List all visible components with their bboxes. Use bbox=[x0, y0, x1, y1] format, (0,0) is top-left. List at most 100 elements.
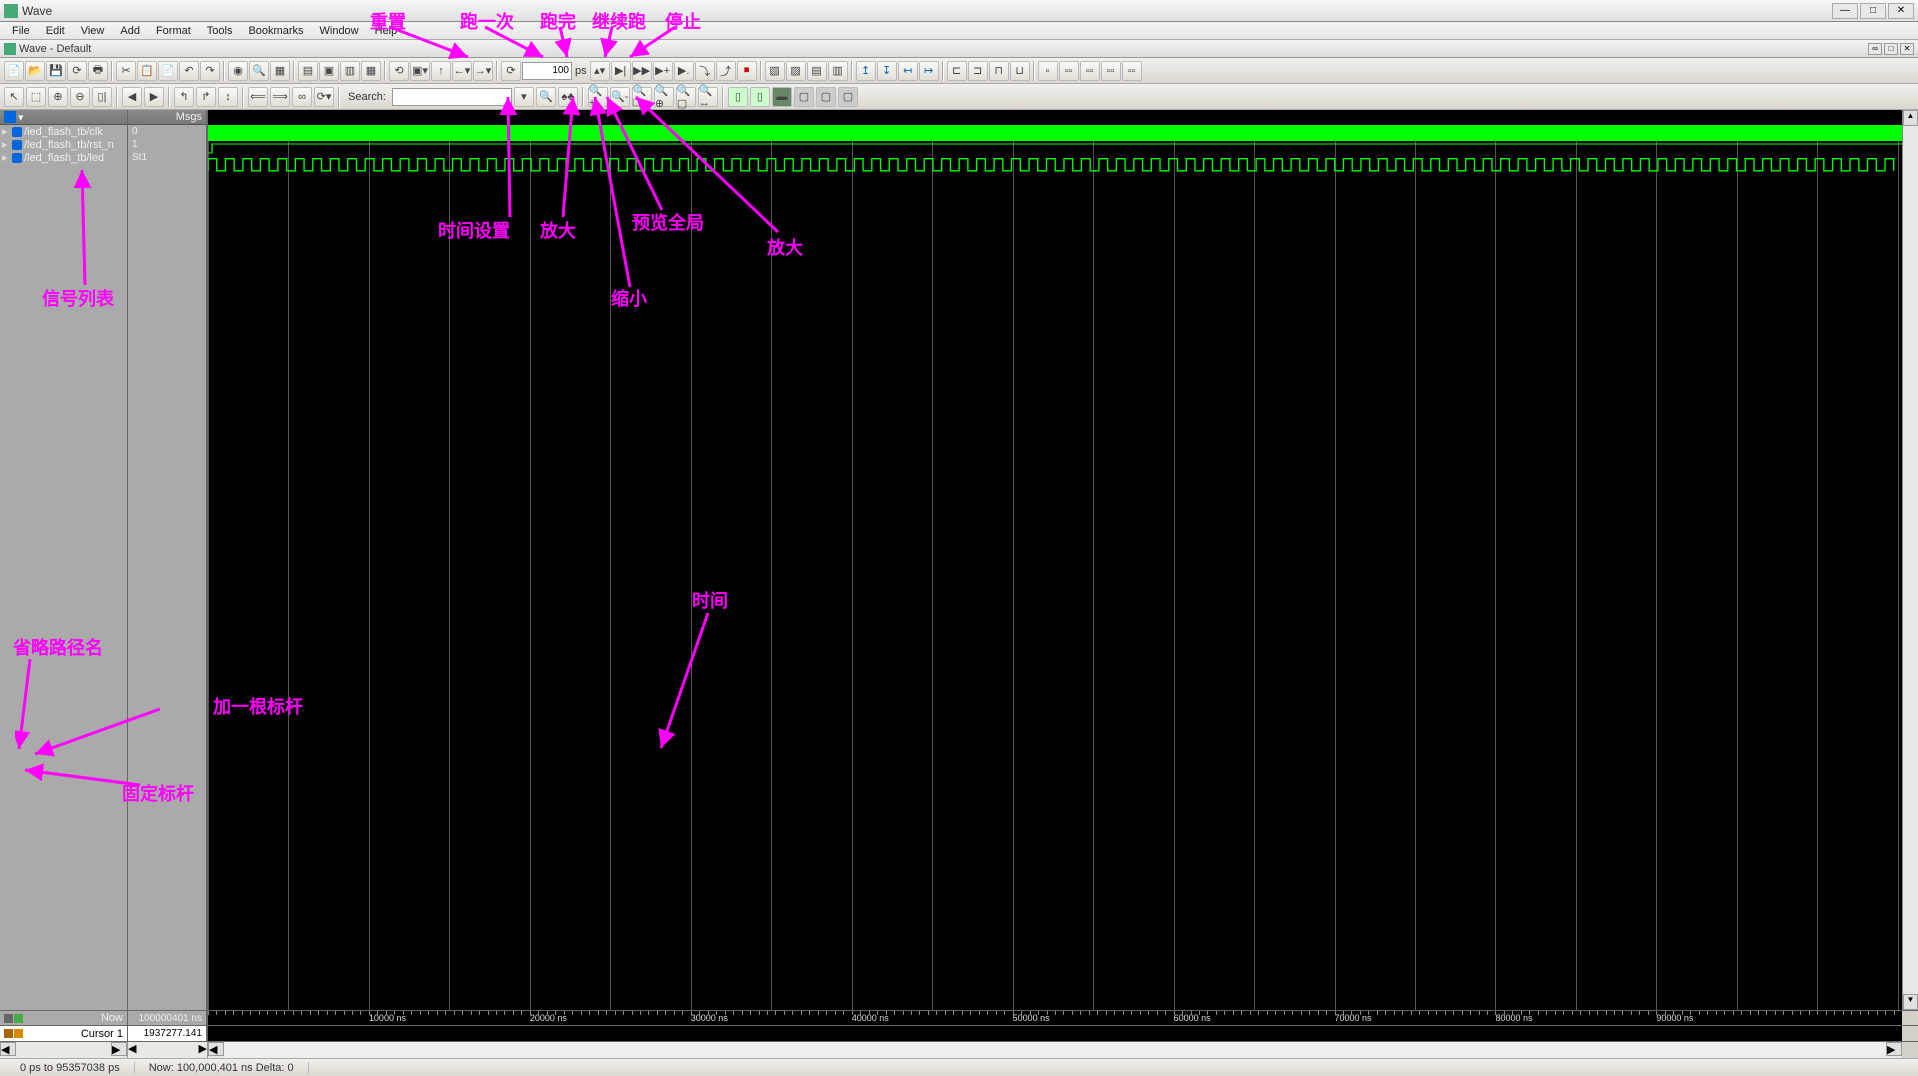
cursor-timeline[interactable] bbox=[208, 1026, 1902, 1041]
win1-button[interactable]: ▫ bbox=[1038, 61, 1058, 81]
mid-scroll-left-button[interactable]: ◀ bbox=[128, 1042, 136, 1058]
restart-button[interactable]: ⟲ bbox=[389, 61, 409, 81]
back-button[interactable]: ←▾ bbox=[452, 61, 472, 81]
zoom-area-button[interactable]: 🔍▢ bbox=[676, 87, 696, 107]
prev-button[interactable]: ◀ bbox=[122, 87, 142, 107]
menu-window[interactable]: Window bbox=[312, 23, 367, 39]
menu-edit[interactable]: Edit bbox=[38, 23, 73, 39]
hscroll-right-button[interactable]: ▶ bbox=[1886, 1042, 1902, 1056]
undo-button[interactable]: ↶ bbox=[179, 61, 199, 81]
menu-add[interactable]: Add bbox=[112, 23, 148, 39]
maximize-button[interactable]: □ bbox=[1860, 3, 1886, 19]
sub-close-button[interactable]: ✕ bbox=[1900, 43, 1914, 55]
print-button[interactable]: 🖶 bbox=[88, 61, 108, 81]
zoom-in-button[interactable]: 🔍+ bbox=[588, 87, 608, 107]
any-edge-button[interactable]: ↕ bbox=[218, 87, 238, 107]
signal-row-rst-n[interactable]: ▸ /led_flash_tb/rst_n bbox=[0, 138, 127, 151]
search-input[interactable] bbox=[392, 88, 512, 106]
sub-maximize-button[interactable]: □ bbox=[1884, 43, 1898, 55]
menu-tools[interactable]: Tools bbox=[199, 23, 241, 39]
env-button[interactable]: ▣▾ bbox=[410, 61, 430, 81]
horizontal-scrollbar[interactable]: ◀ ▶ bbox=[208, 1042, 1902, 1058]
reset-button[interactable]: ⟳ bbox=[501, 61, 521, 81]
win5-button[interactable]: ▫▫ bbox=[1122, 61, 1142, 81]
wave2-button[interactable]: ▨ bbox=[786, 61, 806, 81]
edge-next-button[interactable]: ↱ bbox=[196, 87, 216, 107]
hscroll-left-button[interactable]: ◀ bbox=[208, 1042, 224, 1056]
step-out-button[interactable]: ⤴ bbox=[716, 61, 736, 81]
wave-area[interactable] bbox=[208, 125, 1902, 1010]
find-button[interactable]: 🔍 bbox=[249, 61, 269, 81]
cut-button[interactable]: ✂ bbox=[116, 61, 136, 81]
search-dropdown-button[interactable]: ▾ bbox=[514, 87, 534, 107]
menu-view[interactable]: View bbox=[73, 23, 113, 39]
open-button[interactable]: 📂 bbox=[25, 61, 45, 81]
menu-help[interactable]: Help bbox=[367, 23, 406, 39]
up-button[interactable]: ↑ bbox=[431, 61, 451, 81]
new-button[interactable]: 📄 bbox=[4, 61, 24, 81]
search-go-button[interactable]: 🔍 bbox=[536, 87, 556, 107]
find2-button[interactable]: ▦ bbox=[270, 61, 290, 81]
edge1-button[interactable]: ⊏ bbox=[947, 61, 967, 81]
edge-prev-button[interactable]: ↰ bbox=[174, 87, 194, 107]
menu-format[interactable]: Format bbox=[148, 23, 199, 39]
remove-signal-button[interactable]: ⊖ bbox=[70, 87, 90, 107]
layout6-button[interactable]: ▢ bbox=[838, 87, 858, 107]
layout4-button[interactable]: ▢ bbox=[794, 87, 814, 107]
wave3-button[interactable]: ▤ bbox=[807, 61, 827, 81]
run-button[interactable]: ▶| bbox=[611, 61, 631, 81]
break-button[interactable]: ▥ bbox=[340, 61, 360, 81]
layout1-button[interactable]: ▯ bbox=[728, 87, 748, 107]
simulate-button[interactable]: ▣ bbox=[319, 61, 339, 81]
mid-scroll-right-button[interactable]: ▶ bbox=[199, 1042, 207, 1058]
vertical-scrollbar[interactable]: ▲ ▼ bbox=[1902, 110, 1918, 1010]
paste-button[interactable]: 📄 bbox=[158, 61, 178, 81]
compile-button[interactable]: ◉ bbox=[228, 61, 248, 81]
signal-row-led[interactable]: ▸ /led_flash_tb/led bbox=[0, 151, 127, 164]
redo-button[interactable]: ↷ bbox=[200, 61, 220, 81]
win4-button[interactable]: ▫▫ bbox=[1101, 61, 1121, 81]
left-scroll-right-button[interactable]: ▶ bbox=[111, 1042, 127, 1056]
run-time-step-button[interactable]: ▴▾ bbox=[590, 61, 610, 81]
layout2-button[interactable]: ▯ bbox=[750, 87, 770, 107]
wave1-button[interactable]: ▧ bbox=[765, 61, 785, 81]
now-icon1[interactable] bbox=[4, 1014, 13, 1023]
cursor-down-button[interactable]: ↧ bbox=[877, 61, 897, 81]
hscroll-track[interactable] bbox=[224, 1042, 1886, 1058]
select-button[interactable]: ⬚ bbox=[26, 87, 46, 107]
cursor-up-button[interactable]: ↥ bbox=[856, 61, 876, 81]
cursor-lock-icon[interactable] bbox=[4, 1029, 13, 1038]
cursor-left-button[interactable]: ↤ bbox=[898, 61, 918, 81]
scroll-up-button[interactable]: ▲ bbox=[1903, 110, 1918, 126]
wave-display[interactable] bbox=[208, 110, 1902, 1010]
stop-button[interactable]: ⏹ bbox=[737, 61, 757, 81]
zoom-out-button[interactable]: 🔍- bbox=[610, 87, 630, 107]
step-over-button[interactable]: ⤵ bbox=[695, 61, 715, 81]
cursor-right-button[interactable]: ↦ bbox=[919, 61, 939, 81]
break2-button[interactable]: ▦ bbox=[361, 61, 381, 81]
timeline-ruler[interactable]: 10000 ns20000 ns30000 ns40000 ns50000 ns… bbox=[208, 1011, 1902, 1025]
close-button[interactable]: ✕ bbox=[1888, 3, 1914, 19]
menu-file[interactable]: File bbox=[4, 23, 38, 39]
search-prev-button[interactable]: ♠♣ bbox=[558, 87, 578, 107]
edge2-button[interactable]: ⊐ bbox=[968, 61, 988, 81]
zoom-in2-button[interactable]: 🔍⊕ bbox=[654, 87, 674, 107]
copy-button[interactable]: 📋 bbox=[137, 61, 157, 81]
compile-all-button[interactable]: ▤ bbox=[298, 61, 318, 81]
layout5-button[interactable]: ▢ bbox=[816, 87, 836, 107]
cursor-icon2[interactable] bbox=[14, 1029, 23, 1038]
win3-button[interactable]: ▫▫ bbox=[1080, 61, 1100, 81]
now-icon2[interactable] bbox=[14, 1014, 23, 1023]
edge4-button[interactable]: ⊔ bbox=[1010, 61, 1030, 81]
transition3-button[interactable]: ∞ bbox=[292, 87, 312, 107]
win2-button[interactable]: ▫▫ bbox=[1059, 61, 1079, 81]
transition1-button[interactable]: ⟸ bbox=[248, 87, 268, 107]
continue-button[interactable]: ▶+ bbox=[653, 61, 673, 81]
scroll-down-button[interactable]: ▼ bbox=[1903, 994, 1918, 1010]
layout3-button[interactable]: ▬ bbox=[772, 87, 792, 107]
left-scroll-left-button[interactable]: ◀ bbox=[0, 1042, 16, 1056]
save-button[interactable]: 💾 bbox=[46, 61, 66, 81]
minimize-button[interactable]: — bbox=[1832, 3, 1858, 19]
toggle-leaf-button[interactable]: ▯| bbox=[92, 87, 112, 107]
pointer-button[interactable]: ↖ bbox=[4, 87, 24, 107]
